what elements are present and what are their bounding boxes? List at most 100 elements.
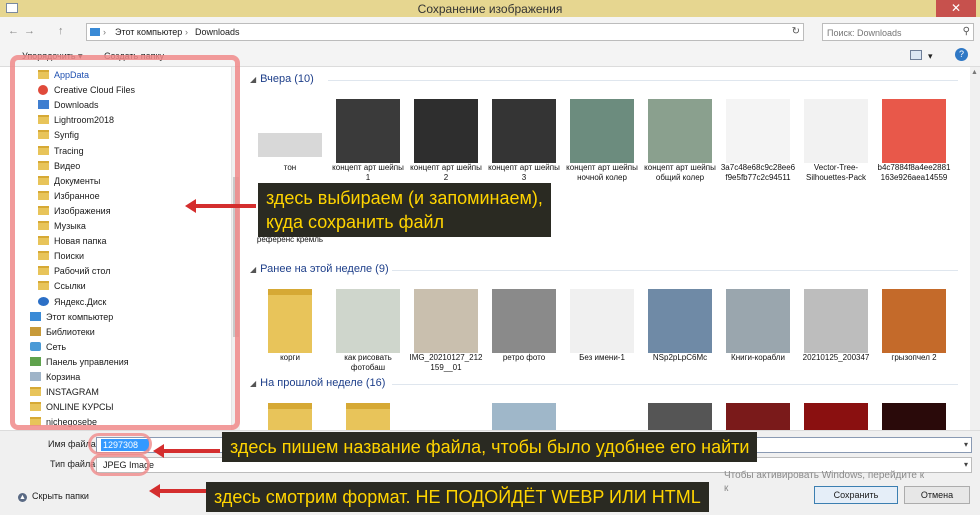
window-title: Сохранение изображения (417, 2, 563, 16)
file-item[interactable]: тон (252, 93, 324, 193)
file-item[interactable] (408, 397, 480, 430)
file-item[interactable]: концепт арт шейпы ночной колер (564, 93, 638, 193)
callout-arrow (153, 444, 220, 458)
file-item[interactable]: как рисовать фотобаш (330, 283, 402, 383)
callout-line: здесь выбираем (и запоминаем), (266, 188, 543, 208)
file-thumbnail (570, 289, 634, 353)
file-item[interactable]: IMG_20210127_212159__01 (408, 283, 482, 383)
file-item[interactable]: концепт арт шейпы 1 (330, 93, 404, 193)
breadcrumb-this-pc[interactable]: Этот компьютер (115, 27, 182, 37)
arrow-head-icon (153, 444, 164, 458)
chevron-icon[interactable]: ◢ (250, 379, 256, 388)
file-item[interactable]: грызопчел 2 (876, 283, 948, 383)
chevron-icon[interactable]: ◢ (250, 75, 256, 84)
file-thumbnail (492, 403, 556, 430)
file-name: концепт арт шейпы ночной колер (566, 163, 638, 182)
scroll-up-icon[interactable]: ▲ (971, 69, 978, 76)
file-item[interactable] (486, 397, 558, 430)
address-bar[interactable]: › Этот компьютер › Downloads ↻ (86, 23, 804, 41)
file-thumbnail (258, 133, 322, 157)
arrow-head-icon (149, 484, 160, 498)
forward-button[interactable]: → (24, 25, 35, 37)
breadcrumb-downloads[interactable]: Downloads (195, 27, 240, 37)
file-name: Vector-Tree-Silhouettes-Pack (805, 163, 867, 182)
watermark-line: Чтобы активировать Windows, перейдите к (724, 470, 925, 481)
file-item[interactable]: Книги-корабли (720, 283, 792, 383)
file-item[interactable] (798, 397, 870, 430)
search-box[interactable]: ⚲ (822, 23, 974, 41)
file-thumbnail (570, 403, 634, 430)
file-item[interactable]: Без имени-1 (564, 283, 636, 383)
file-item[interactable] (252, 397, 324, 430)
chevron-down-icon[interactable]: ▾ (964, 440, 968, 449)
file-name: IMG_20210127_212159__01 (409, 353, 483, 372)
refresh-icon[interactable]: ↻ (792, 26, 800, 37)
file-thumbnail (726, 403, 790, 430)
search-input[interactable] (827, 26, 952, 39)
callout-arrow (185, 199, 256, 213)
sidebar-highlight-frame (10, 55, 240, 430)
view-mode-dropdown[interactable]: ▾ (928, 51, 933, 62)
file-name: концепт арт шейпы 2 (410, 163, 482, 182)
chevron-icon[interactable]: ◢ (250, 265, 256, 274)
chevron-down-icon[interactable]: ▾ (964, 460, 968, 469)
view-mode-icon[interactable] (910, 50, 922, 60)
format-callout: здесь смотрим формат. НЕ ПОДОЙДЁТ WEBP И… (206, 482, 709, 512)
group-header[interactable]: ◢ Ранее на этой неделе (9) (250, 263, 389, 275)
group-title: На прошлой неделе (16) (260, 377, 386, 389)
file-item[interactable]: NSp2pLpC6Mc (642, 283, 714, 383)
group-divider (392, 270, 958, 271)
file-name: концепт арт шейпы 3 (488, 163, 560, 182)
close-button[interactable]: ✕ (936, 0, 976, 17)
collapse-arrow-icon: ▲ (18, 493, 27, 502)
file-item[interactable] (720, 397, 792, 430)
file-item[interactable]: 20210125_200347 (798, 283, 870, 383)
file-item[interactable] (876, 397, 948, 430)
file-item[interactable]: концепт арт шейпы 2 (408, 93, 482, 193)
file-thumbnail (882, 403, 946, 430)
file-name: тон (283, 163, 297, 172)
file-item[interactable]: b4c7884f8a4ee2881163e926aea14559 (876, 93, 950, 193)
file-name: b4c7884f8a4ee2881163e926aea14559 (877, 163, 951, 182)
cancel-button[interactable]: Отмена (904, 486, 970, 504)
address-row: ← → ↑ › Этот компьютер › Downloads ↻ ⚲ (0, 17, 980, 45)
file-item[interactable]: Vector-Tree-Silhouettes-Pack (798, 93, 870, 193)
hide-folders-button[interactable]: ▲ Скрыть папки (18, 491, 89, 502)
file-item[interactable]: ретро фото (486, 283, 558, 383)
file-thumbnail (804, 403, 868, 430)
back-button[interactable]: ← (8, 25, 19, 37)
file-thumbnail (346, 403, 390, 430)
file-name: NSp2pLpC6Mc (652, 353, 708, 362)
file-item[interactable]: корги (252, 283, 324, 383)
title-bar: Сохранение изображения ✕ (0, 0, 980, 17)
file-thumbnail (882, 289, 946, 353)
file-name: концепт арт шейпы 1 (332, 163, 404, 182)
file-thumbnail (726, 289, 790, 353)
file-name: 3a7c48e68c9c28ee6f9e5fb77c2c94511 (720, 163, 796, 182)
file-item[interactable] (564, 397, 636, 430)
file-item[interactable] (642, 397, 714, 430)
content-scrollbar[interactable]: ▲ (970, 67, 980, 430)
file-item[interactable]: концепт арт шейпы 3 (486, 93, 560, 193)
group-divider (328, 80, 958, 81)
save-button[interactable]: Сохранить (814, 486, 898, 504)
file-thumbnail (570, 99, 634, 163)
file-item[interactable]: концепт арт шейпы общий колер (642, 93, 716, 193)
file-thumbnail (414, 99, 478, 163)
file-name: как рисовать фотобаш (344, 353, 392, 372)
help-icon[interactable]: ? (955, 48, 968, 61)
file-item[interactable]: 3a7c48e68c9c28ee6f9e5fb77c2c94511 (720, 93, 795, 193)
file-item[interactable] (330, 397, 402, 430)
group-header[interactable]: ◢ На прошлой неделе (16) (250, 377, 385, 389)
file-thumbnail (804, 289, 868, 353)
file-thumbnail (882, 99, 946, 163)
group-header[interactable]: ◢ Вчера (10) (250, 73, 314, 85)
search-icon[interactable]: ⚲ (963, 26, 970, 37)
file-thumbnail (492, 99, 556, 163)
filename-callout: здесь пишем название файла, чтобы было у… (222, 432, 758, 462)
filename-highlight-ring (88, 433, 152, 455)
file-name: грызопчел 2 (891, 353, 937, 362)
up-button[interactable]: ↑ (58, 25, 64, 37)
file-name: ретро фото (502, 353, 546, 362)
file-name: 20210125_200347 (802, 353, 870, 362)
